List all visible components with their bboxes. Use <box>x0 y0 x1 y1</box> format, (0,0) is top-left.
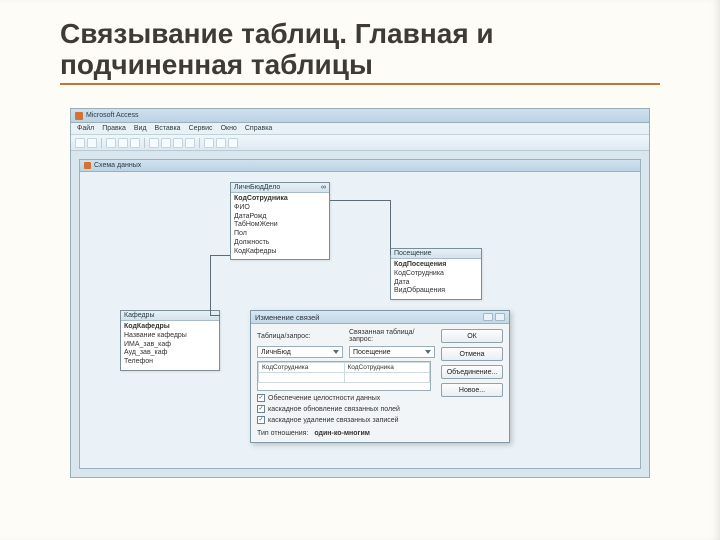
menu-bar: Файл Правка Вид Вставка Сервис Окно Спра… <box>71 123 649 135</box>
toolbar-button[interactable] <box>216 138 226 148</box>
toolbar-button[interactable] <box>75 138 85 148</box>
relationships-window: Схема данных ЛичнБюдДело ∞ КодСотрудника… <box>79 159 641 469</box>
cancel-button[interactable]: Отмена <box>441 347 503 361</box>
cascade-delete-label: каскадное удаление связанных записей <box>268 417 399 424</box>
field[interactable]: Должность <box>234 239 326 248</box>
toolbar-button[interactable] <box>173 138 183 148</box>
grid-cell[interactable]: КодСотрудника <box>259 363 345 373</box>
cascade-update-checkbox[interactable] <box>257 405 265 413</box>
relationships-icon <box>84 162 91 169</box>
relationship-line[interactable] <box>330 200 390 201</box>
field-mapping-grid[interactable]: КодСотрудника КодСотрудника <box>257 361 431 391</box>
related-table-label: Связанная таблица/запрос: <box>349 329 435 343</box>
field[interactable]: КодКафедры <box>234 248 326 257</box>
relationship-line[interactable] <box>210 255 211 315</box>
menu-edit[interactable]: Правка <box>102 125 126 132</box>
field[interactable]: Дата <box>394 279 478 288</box>
field[interactable]: КодПосещения <box>394 261 478 270</box>
toolbar-divider <box>144 138 145 148</box>
field[interactable]: ФИО <box>234 204 326 213</box>
app-title: Microsoft Access <box>86 112 139 119</box>
table-title: Посещение <box>394 250 432 257</box>
field[interactable]: КодКафедры <box>124 323 216 332</box>
dialog-buttons: ОК Отмена Объединение... Новое... <box>441 329 503 397</box>
field[interactable]: КодСотрудника <box>234 195 326 204</box>
table-title: Кафедры <box>124 312 154 319</box>
chevron-down-icon <box>333 350 339 354</box>
integrity-label: Обеспечение целостности данных <box>268 395 380 402</box>
app-titlebar: Microsoft Access <box>71 109 649 123</box>
relationship-line[interactable] <box>210 255 230 256</box>
menu-file[interactable]: Файл <box>77 125 94 132</box>
toolbar-button[interactable] <box>185 138 195 148</box>
field[interactable]: Название кафедры <box>124 332 216 341</box>
create-new-button[interactable]: Новое... <box>441 383 503 397</box>
access-icon <box>75 112 83 120</box>
toolbar-button[interactable] <box>130 138 140 148</box>
relationship-type-value: один-ко-многим <box>314 430 370 437</box>
table-kafedry[interactable]: Кафедры КодКафедры Название кафедры ИМА_… <box>120 310 220 371</box>
relationship-line[interactable] <box>390 200 391 255</box>
combo-value: ЛичнБюд <box>261 349 291 356</box>
field[interactable]: ВидОбращения <box>394 287 478 296</box>
table-lichnoedelo[interactable]: ЛичнБюдДело ∞ КодСотрудника ФИО ДатаРожд… <box>230 182 330 260</box>
toolbar <box>71 135 649 151</box>
toolbar-divider <box>101 138 102 148</box>
toolbar-button[interactable] <box>161 138 171 148</box>
toolbar-button[interactable] <box>106 138 116 148</box>
toolbar-divider <box>199 138 200 148</box>
help-icon[interactable] <box>483 313 493 321</box>
grid-cell[interactable]: КодСотрудника <box>344 363 430 373</box>
menu-view[interactable]: Вид <box>134 125 147 132</box>
table-query-label: Таблица/запрос: <box>257 333 343 340</box>
edit-relationships-dialog: Изменение связей ОК Отмена Объединение..… <box>250 310 510 443</box>
relationship-type-label: Тип отношения: <box>257 430 308 437</box>
join-type-button[interactable]: Объединение... <box>441 365 503 379</box>
relationship-line[interactable] <box>210 315 220 316</box>
field[interactable]: ИМА_зав_каф <box>124 341 216 350</box>
table-poseshenie[interactable]: Посещение КодПосещения КодСотрудника Дат… <box>390 248 482 300</box>
cascade-delete-checkbox[interactable] <box>257 416 265 424</box>
toolbar-button[interactable] <box>228 138 238 148</box>
integrity-checkbox[interactable] <box>257 394 265 402</box>
field[interactable]: Пол <box>234 230 326 239</box>
dialog-title: Изменение связей <box>255 313 319 322</box>
relationships-titlebar: Схема данных <box>80 160 640 172</box>
toolbar-button[interactable] <box>149 138 159 148</box>
field[interactable]: КодСотрудника <box>394 270 478 279</box>
relationships-canvas: Схема данных ЛичнБюдДело ∞ КодСотрудника… <box>71 151 649 477</box>
combo-value: Посещение <box>353 349 391 356</box>
field[interactable]: Ауд_зав_каф <box>124 349 216 358</box>
title-underline <box>60 83 660 85</box>
slide-title: Связывание таблиц. Главная и подчиненная… <box>60 18 660 81</box>
menu-insert[interactable]: Вставка <box>155 125 181 132</box>
table-combo[interactable]: ЛичнБюд <box>257 346 343 358</box>
toolbar-button[interactable] <box>204 138 214 148</box>
menu-tools[interactable]: Сервис <box>189 125 213 132</box>
table-title: ЛичнБюдДело <box>234 184 280 191</box>
close-icon[interactable] <box>495 313 505 321</box>
cascade-update-label: каскадное обновление связанных полей <box>268 406 400 413</box>
slide: Связывание таблиц. Главная и подчиненная… <box>0 0 720 540</box>
related-combo[interactable]: Посещение <box>349 346 435 358</box>
menu-window[interactable]: Окно <box>221 125 237 132</box>
cardinality-icon: ∞ <box>321 184 326 191</box>
toolbar-button[interactable] <box>118 138 128 148</box>
toolbar-button[interactable] <box>87 138 97 148</box>
field[interactable]: Телефон <box>124 358 216 367</box>
field[interactable]: ДатаРожд <box>234 213 326 222</box>
ok-button[interactable]: ОК <box>441 329 503 343</box>
chevron-down-icon <box>425 350 431 354</box>
dialog-titlebar[interactable]: Изменение связей <box>251 311 509 324</box>
title-block: Связывание таблиц. Главная и подчиненная… <box>0 0 720 93</box>
access-app-window: Microsoft Access Файл Правка Вид Вставка… <box>70 108 650 478</box>
relationships-title: Схема данных <box>94 162 141 169</box>
menu-help[interactable]: Справка <box>245 125 272 132</box>
field[interactable]: ТабНомЖени <box>234 221 326 230</box>
